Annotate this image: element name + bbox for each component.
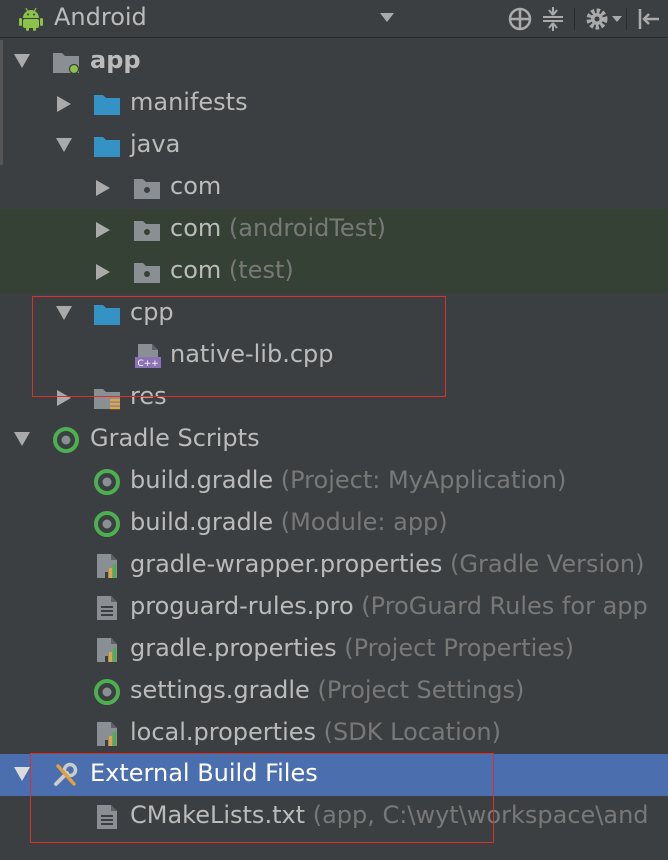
chevron-down-icon[interactable] [380,13,394,22]
gradle-icon [53,427,79,453]
properties-file-icon [97,722,117,746]
highlight-box-external-build [30,753,494,843]
gradle-icon [94,679,120,705]
tree-node-app[interactable]: app [0,41,668,83]
package-icon [134,263,160,283]
expand-arrow-icon[interactable] [96,222,110,238]
expand-arrow-icon[interactable] [14,432,30,446]
folder-icon [94,137,120,157]
scroll-from-source-icon[interactable] [507,6,533,32]
tree-node-java[interactable]: java [0,125,668,167]
tree-node-manifests[interactable]: manifests [0,83,668,125]
project-tree: app manifests java com com (androidTest) [0,40,668,860]
tree-node-build-gradle-project[interactable]: build.gradle (Project: MyApplication) [0,461,668,503]
properties-file-icon [97,638,117,662]
project-view-toolbar: Android [0,0,668,38]
tree-node-proguard-rules[interactable]: proguard-rules.pro (ProGuard Rules for a… [0,587,668,629]
expand-arrow-icon[interactable] [14,54,30,68]
folder-icon [94,95,120,115]
expand-arrow-icon[interactable] [14,767,30,781]
hide-panel-icon[interactable] [634,6,660,32]
package-icon [134,179,160,199]
android-icon [19,7,43,31]
gear-icon[interactable] [584,6,610,32]
expand-arrow-icon[interactable] [57,96,71,112]
properties-file-icon [97,554,117,578]
gradle-icon [94,511,120,537]
tree-node-local-properties[interactable]: local.properties (SDK Location) [0,713,668,755]
tree-node-com-test[interactable]: com (test) [0,251,668,293]
project-view-selector[interactable]: Android [54,3,147,31]
tree-node-gradle-scripts[interactable]: Gradle Scripts [0,419,668,461]
highlight-box-cpp [32,296,446,397]
module-folder-icon [53,53,80,75]
tree-node-gradle-wrapper-properties[interactable]: gradle-wrapper.properties (Gradle Versio… [0,545,668,587]
tree-node-build-gradle-module[interactable]: build.gradle (Module: app) [0,503,668,545]
expand-arrow-icon[interactable] [96,264,110,280]
text-file-icon [97,596,117,620]
tree-node-com[interactable]: com [0,167,668,209]
gear-dropdown-icon[interactable] [612,16,622,22]
tree-node-settings-gradle[interactable]: settings.gradle (Project Settings) [0,671,668,713]
expand-arrow-icon[interactable] [56,138,72,152]
tree-node-com-androidtest[interactable]: com (androidTest) [0,209,668,251]
collapse-all-icon[interactable] [540,6,566,32]
tree-node-gradle-properties[interactable]: gradle.properties (Project Properties) [0,629,668,671]
package-icon [134,221,160,241]
gradle-icon [94,469,120,495]
expand-arrow-icon[interactable] [96,180,110,196]
